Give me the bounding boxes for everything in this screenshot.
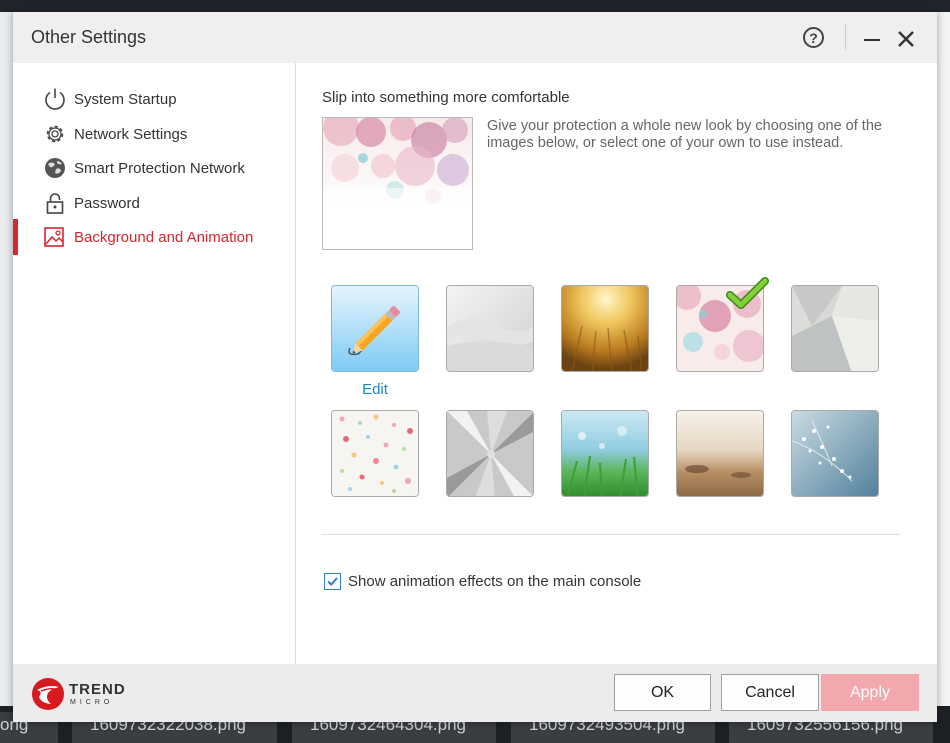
animation-checkbox[interactable] <box>324 573 341 590</box>
image-icon <box>44 227 64 247</box>
background-tile-brushed-metal[interactable] <box>446 410 534 497</box>
title-bar-divider <box>845 24 846 50</box>
animation-checkbox-label[interactable]: Show animation effects on the main conso… <box>348 573 641 590</box>
section-divider <box>322 534 900 535</box>
power-icon <box>45 88 65 110</box>
description-text: Give your protection a whole new look by… <box>487 118 882 151</box>
background-settings-panel: Slip into something more comfortable Giv… <box>296 63 937 664</box>
sidebar-item-password[interactable]: Password <box>13 187 295 221</box>
sidebar-item-label: Network Settings <box>74 126 188 143</box>
brand-subname: MICRO <box>70 699 114 706</box>
background-tile-sandy-beach[interactable] <box>676 410 764 497</box>
background-window-right <box>937 12 950 712</box>
gear-icon <box>46 125 64 143</box>
desktop-top-bar <box>0 0 950 12</box>
background-tile-edit[interactable] <box>331 285 419 372</box>
selected-check-icon <box>726 277 769 309</box>
background-tile-confetti-dots[interactable] <box>331 410 419 497</box>
sidebar-item-network-settings[interactable]: Network Settings <box>13 118 295 152</box>
sidebar-item-label: Background and Animation <box>74 229 254 246</box>
checkmark-icon <box>327 577 338 586</box>
close-icon[interactable] <box>897 30 915 48</box>
edit-link[interactable]: Edit <box>331 381 419 398</box>
sidebar-item-label: System Startup <box>74 91 177 108</box>
help-icon[interactable]: ? <box>803 27 824 48</box>
background-tile-geometric-gray[interactable] <box>791 285 879 372</box>
trend-micro-logo <box>32 678 64 710</box>
title-bar: Other Settings ? <box>13 12 937 63</box>
lock-icon <box>46 193 64 214</box>
globe-icon <box>45 158 65 178</box>
minimize-icon[interactable] <box>864 39 880 41</box>
sidebar-item-label: Smart Protection Network <box>74 160 245 177</box>
sidebar-item-background-animation[interactable]: Background and Animation <box>13 221 295 255</box>
apply-button[interactable]: Apply <box>821 674 919 711</box>
dialog-title: Other Settings <box>31 27 147 47</box>
background-tile-blue-blossoms[interactable] <box>791 410 879 497</box>
ok-button[interactable]: OK <box>614 674 711 711</box>
section-title: Slip into something more comfortable <box>322 89 570 106</box>
sidebar-item-label: Password <box>74 195 140 212</box>
background-window-left <box>0 12 14 712</box>
cancel-button[interactable]: Cancel <box>721 674 819 711</box>
dialog-footer: TREND MICRO OK Cancel Apply <box>13 664 937 722</box>
background-preview <box>322 117 473 250</box>
sidebar-item-smart-protection-network[interactable]: Smart Protection Network <box>13 152 295 186</box>
settings-sidebar: System Startup Network Settings Smart Pr… <box>13 63 296 664</box>
background-tile-silver-waves[interactable] <box>446 285 534 372</box>
sidebar-item-system-startup[interactable]: System Startup <box>13 83 295 117</box>
background-tile-golden-wheat[interactable] <box>561 285 649 372</box>
brand-name: TREND <box>69 681 126 698</box>
other-settings-dialog: Other Settings ? System Startup Network … <box>13 12 937 722</box>
background-tile-green-grass[interactable] <box>561 410 649 497</box>
pencil-icon <box>332 286 418 371</box>
